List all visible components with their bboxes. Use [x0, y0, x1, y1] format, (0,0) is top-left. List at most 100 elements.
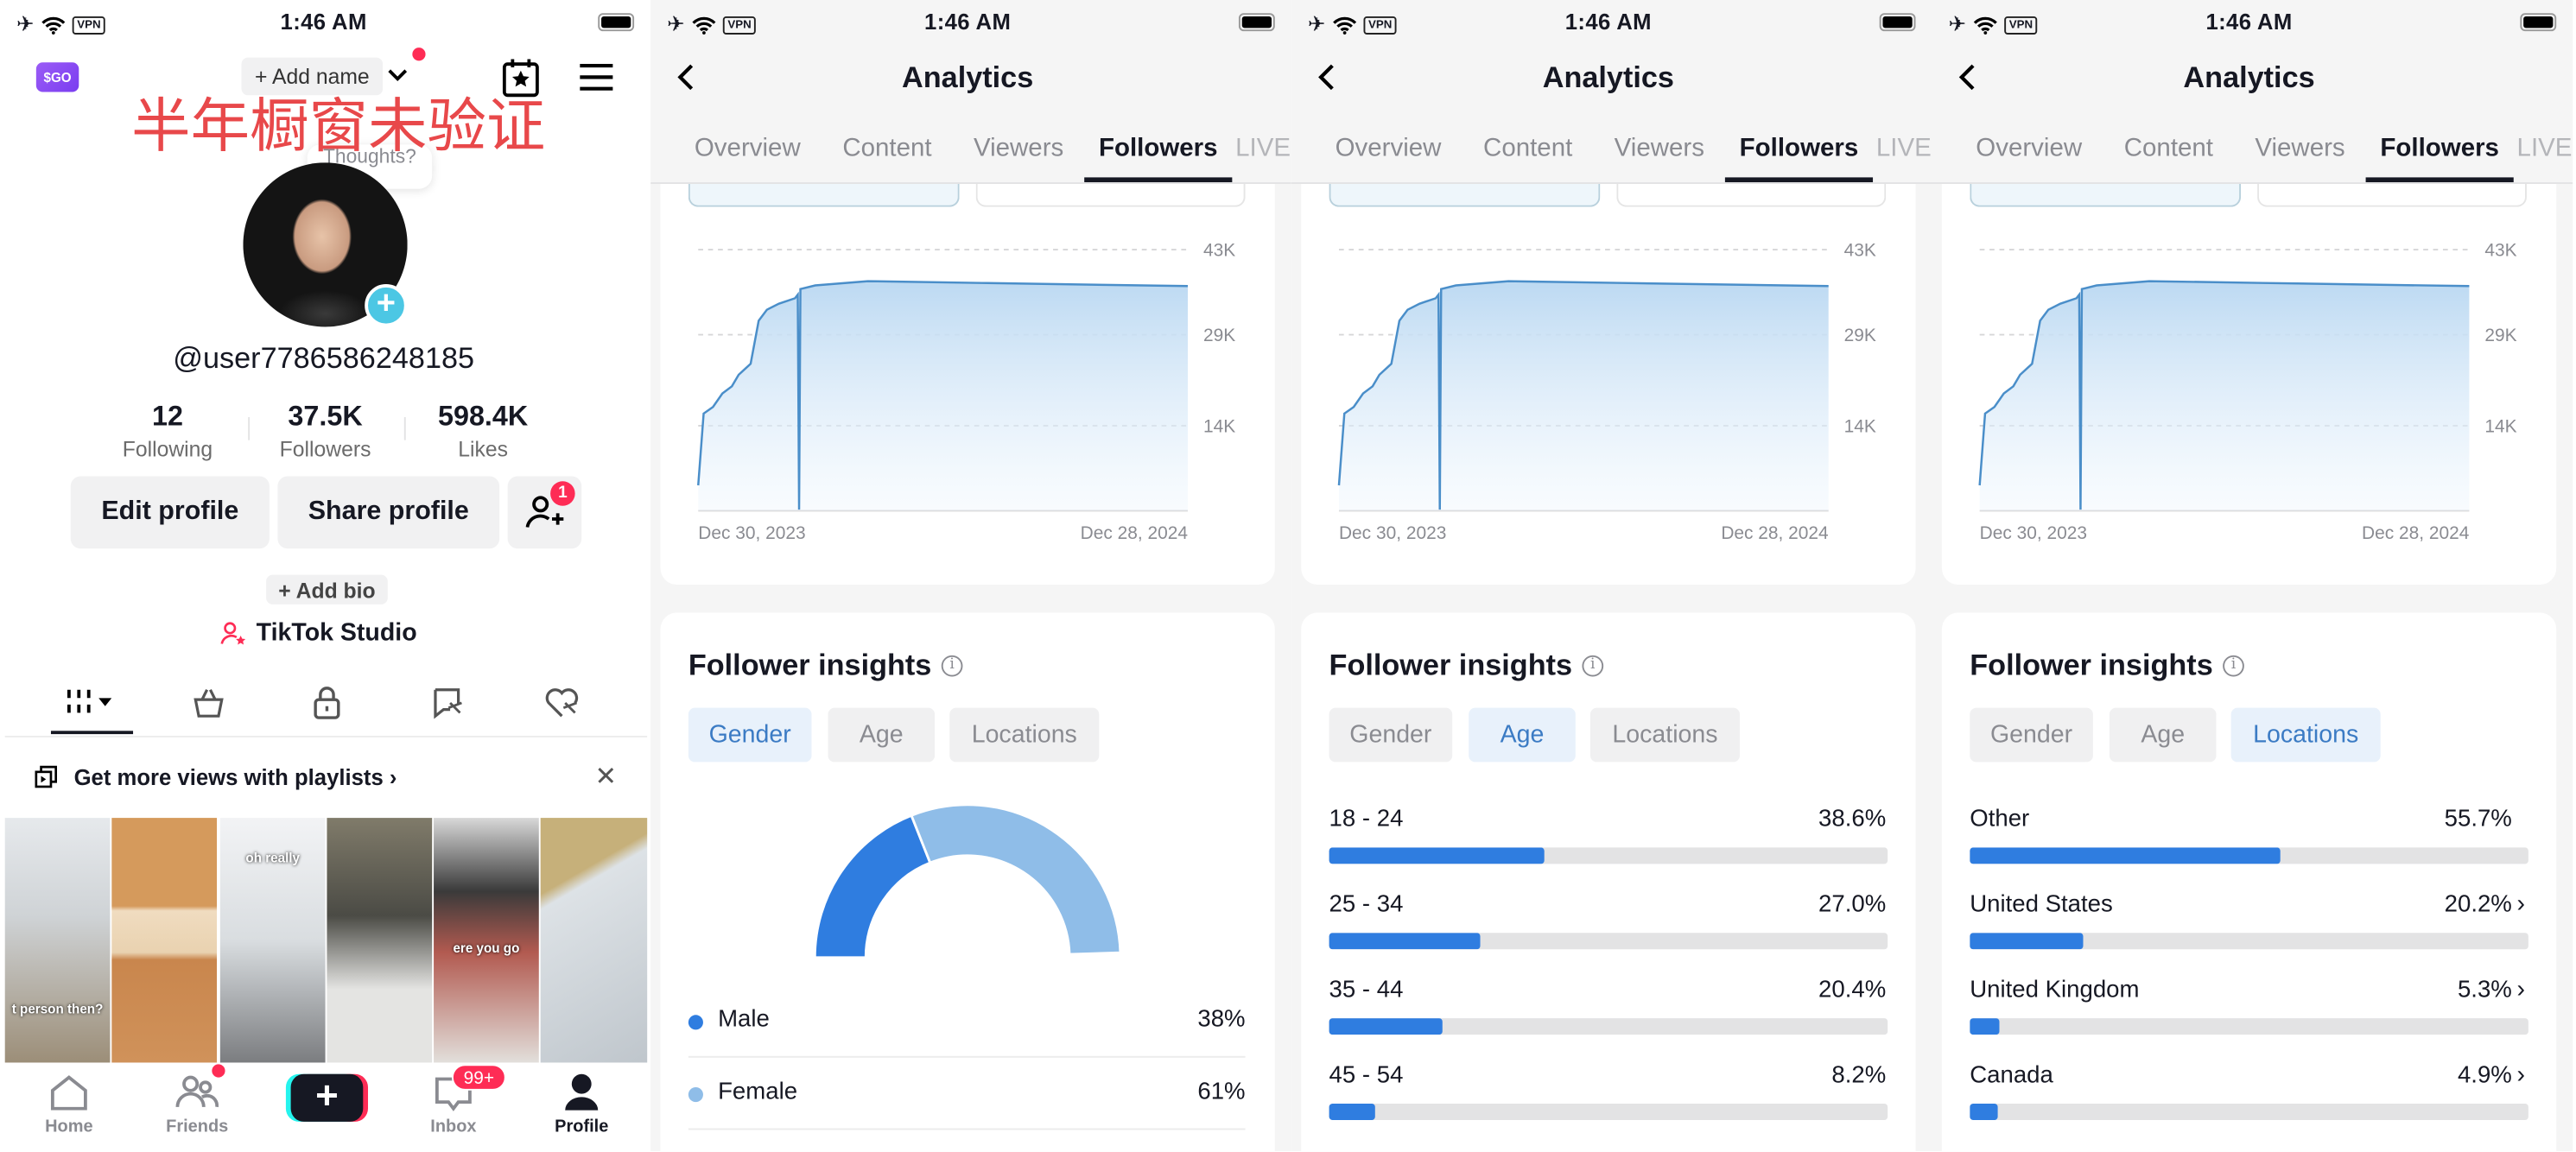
info-icon[interactable]: i	[1582, 655, 1604, 677]
nav-label: Friends	[166, 1117, 229, 1137]
bar-track	[1329, 847, 1888, 864]
row-label: United States	[1970, 891, 2113, 919]
chevron-right-icon[interactable]: ›	[2517, 890, 2526, 918]
legend-value: 61%	[1197, 1079, 1246, 1105]
nav-friends[interactable]: Friends	[133, 1067, 261, 1151]
x-tick-label: Dec 28, 2024	[2362, 523, 2470, 543]
stat-label: Followers	[279, 436, 371, 462]
chip-gender[interactable]: Gender	[1970, 707, 2093, 763]
nav-label: Home	[45, 1117, 93, 1137]
chevron-right-icon[interactable]: ›	[2517, 1061, 2526, 1089]
tiktok-studio-link[interactable]: TikTok Studio	[220, 619, 417, 647]
y-tick-label: 14K	[2484, 417, 2516, 437]
nav-label: Inbox	[430, 1117, 477, 1137]
row-label: 25 - 34	[1329, 891, 1404, 919]
chip-age[interactable]: Age	[1469, 707, 1576, 763]
x-tick-label: Dec 28, 2024	[1721, 523, 1829, 543]
chevron-right-icon[interactable]: ›	[2517, 976, 2526, 1003]
playlist-banner-link[interactable]: Get more views with playlists ›	[74, 765, 397, 790]
studio-user-star-icon	[220, 621, 246, 644]
share-profile-button[interactable]: Share profile	[277, 476, 500, 549]
divider	[403, 417, 406, 440]
video-thumbnail[interactable]	[111, 818, 218, 1063]
divider	[688, 1055, 1246, 1058]
bar-fill	[1970, 1104, 1997, 1121]
bar-fill	[1329, 1104, 1375, 1121]
stat-value: 12	[151, 401, 183, 433]
row-value: 38.6%	[1818, 806, 1887, 833]
row-value: 4.9%	[2457, 1062, 2512, 1089]
bar-track	[1329, 1018, 1888, 1035]
insights-title: Follower insights i	[1970, 649, 2244, 683]
nav-create[interactable]: +	[263, 1067, 390, 1151]
insights-title-text: Follower insights	[1970, 649, 2213, 682]
video-thumbnail[interactable]	[327, 818, 433, 1063]
battery-icon	[598, 13, 635, 32]
create-plus-icon: +	[290, 1073, 364, 1122]
status-time: 1:46 AM	[280, 9, 367, 35]
bar-track	[1970, 1104, 2528, 1121]
row-value: 20.2%	[2444, 891, 2512, 919]
row-label: Other	[1970, 806, 2030, 833]
playlist-banner-text: Get more views with playlists	[73, 765, 384, 790]
chip-age[interactable]: Age	[2109, 707, 2217, 763]
bar-fill	[1970, 1018, 2000, 1035]
coin-logo[interactable]: $GO	[35, 62, 79, 92]
row-label: United Kingdom	[1970, 977, 2140, 1003]
video-thumbnail[interactable]: t person then?	[4, 818, 111, 1063]
bar-track	[1970, 933, 2528, 950]
row-label: 35 - 44	[1329, 977, 1404, 1003]
menu-icon[interactable]	[578, 62, 614, 92]
active-tab-underline	[50, 731, 134, 735]
thumbnail-caption: ere you go	[453, 940, 520, 956]
chevron-down-icon[interactable]	[386, 67, 409, 84]
nav-profile[interactable]: Profile	[517, 1067, 645, 1151]
bar-fill	[1970, 933, 2083, 950]
bar-fill	[1329, 933, 1481, 950]
info-icon[interactable]: i	[2223, 655, 2244, 677]
y-tick-label: 29K	[1844, 326, 1876, 345]
close-banner-button[interactable]: ✕	[594, 761, 616, 794]
screenshot-collage: ✈ VPN 1:46 AM $GO + Add name Thoughts? +…	[0, 0, 2576, 1152]
insights-title-text: Follower insights	[1329, 649, 1573, 682]
video-thumbnail[interactable]	[540, 818, 648, 1063]
lock-icon[interactable]	[312, 685, 341, 721]
bar-track	[1329, 1104, 1888, 1121]
add-bio-button[interactable]: + Add bio	[266, 574, 388, 604]
video-thumbnail[interactable]: oh really	[219, 818, 326, 1063]
shop-bag-icon[interactable]	[193, 687, 225, 719]
video-thumbnail[interactable]: ere you go	[434, 818, 539, 1063]
edit-profile-button[interactable]: Edit profile	[70, 476, 270, 549]
y-tick-label: 14K	[1844, 417, 1876, 437]
reposts-hidden-icon[interactable]	[430, 687, 466, 719]
home-icon	[50, 1075, 87, 1111]
row-value: 27.0%	[1818, 891, 1887, 919]
analytics-screen: ✈ VPN 1:46 AM Analytics Overview Content…	[1932, 0, 2573, 1152]
legend-label: Male	[718, 1006, 770, 1034]
y-tick-label: 43K	[1844, 241, 1876, 261]
chip-gender[interactable]: Gender	[1329, 707, 1453, 763]
notification-dot	[412, 47, 426, 61]
y-tick-label: 29K	[2484, 326, 2516, 345]
chip-locations[interactable]: Locations	[1589, 707, 1741, 763]
analytics-screen: ✈ VPN 1:46 AM Analytics Overview Content…	[650, 0, 1291, 1152]
legend-dot	[688, 1086, 703, 1103]
videos-grid-icon	[67, 689, 91, 713]
add-avatar-plus-icon[interactable]: +	[365, 284, 408, 327]
bar-fill	[1970, 847, 2281, 864]
series-area	[1338, 281, 1829, 511]
content-tab-videos[interactable]	[66, 688, 112, 714]
series-area	[1979, 281, 2470, 511]
add-name-button[interactable]: + Add name	[241, 57, 384, 96]
profile-icon	[565, 1073, 599, 1111]
friends-icon	[175, 1075, 219, 1108]
legend-label: Female	[718, 1079, 798, 1105]
bar-fill	[1329, 1018, 1443, 1035]
bar-track	[1970, 1018, 2528, 1035]
chip-locations[interactable]: Locations	[2230, 707, 2381, 763]
friend-request-badge: 1	[550, 481, 575, 506]
nav-home[interactable]: Home	[5, 1067, 133, 1151]
gender-half-donut	[813, 803, 1122, 959]
row-value: 55.7%	[2444, 806, 2512, 833]
liked-hidden-icon[interactable]	[543, 687, 580, 719]
